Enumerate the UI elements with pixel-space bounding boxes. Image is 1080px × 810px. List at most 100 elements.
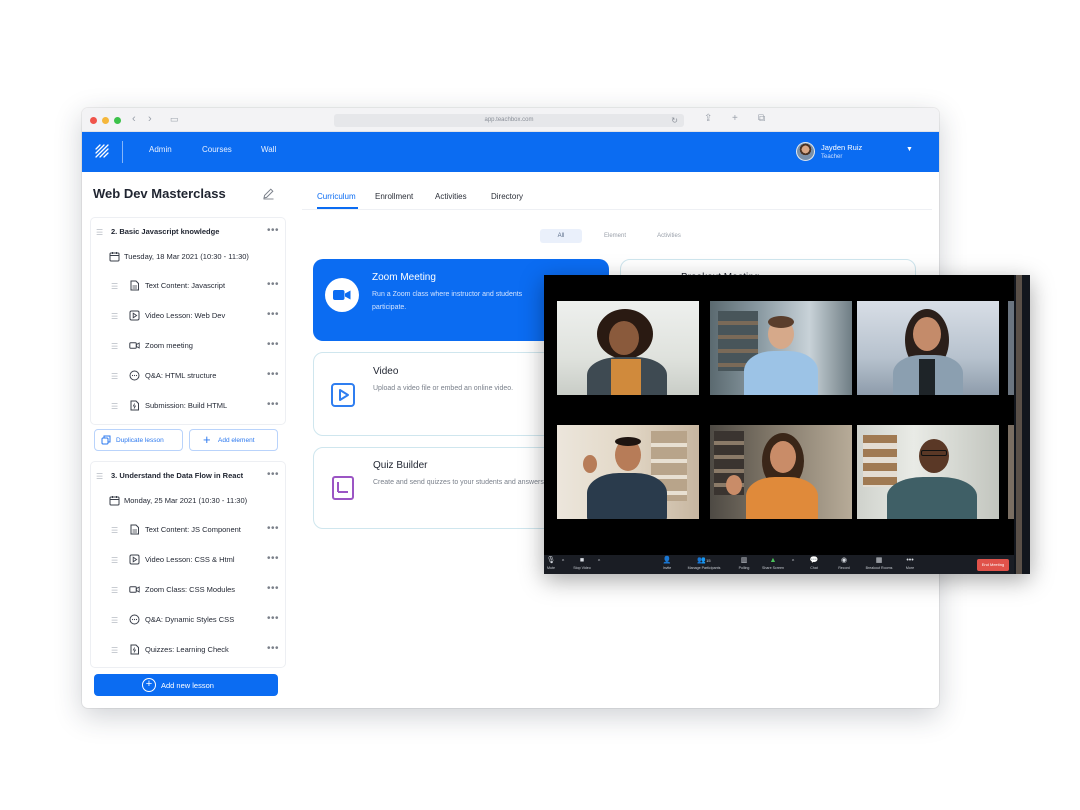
play-icon: [129, 310, 140, 321]
chat-label: Chat: [810, 566, 818, 570]
filter-activities[interactable]: Activities: [648, 229, 690, 243]
lesson-item[interactable]: ☰ Submission: Build HTML •••: [91, 394, 285, 418]
participant-video[interactable]: [557, 425, 699, 519]
maximize-window-dot[interactable]: [114, 117, 121, 124]
participant-video[interactable]: [710, 301, 852, 395]
more-options-icon[interactable]: •••: [267, 279, 279, 290]
chevron-up-icon[interactable]: ^: [596, 559, 602, 565]
activity-description: Upload a video file or embed an online v…: [373, 385, 514, 392]
address-bar[interactable]: app.teachbox.com ↻: [334, 114, 684, 127]
video-camera-icon: ■: [579, 557, 585, 564]
share-screen-button[interactable]: ▲ Share Screen: [758, 556, 788, 570]
breakout-rooms-button[interactable]: ▦ Breakout Rooms: [862, 556, 896, 570]
stop-video-label: Stop Video: [573, 566, 591, 570]
drag-handle-icon[interactable]: ☰: [111, 556, 118, 565]
new-tab-icon[interactable]: +: [732, 113, 738, 124]
activity-description: Create and send quizzes to your students…: [373, 479, 544, 486]
invite-button[interactable]: 👤 Invite: [657, 556, 677, 570]
drag-handle-icon[interactable]: ☰: [96, 472, 103, 481]
participant-video[interactable]: [857, 301, 999, 395]
sidebar-toggle-icon[interactable]: ▭: [170, 114, 179, 125]
drag-handle-icon[interactable]: ☰: [111, 616, 118, 625]
drag-handle-icon[interactable]: ☰: [111, 586, 118, 595]
lesson-item[interactable]: ☰ Text Content: Javascript •••: [91, 274, 285, 298]
lesson-item[interactable]: ☰ Q&A: Dynamic Styles CSS •••: [91, 608, 285, 632]
drag-handle-icon[interactable]: ☰: [111, 282, 118, 291]
add-new-lesson-button[interactable]: + Add new lesson: [94, 674, 278, 696]
tab-curriculum[interactable]: Curriculum: [317, 192, 356, 201]
drag-handle-icon[interactable]: ☰: [111, 646, 118, 655]
more-options-icon[interactable]: •••: [267, 339, 279, 350]
mute-button[interactable]: 🎙 Mute: [544, 556, 558, 570]
lesson-item[interactable]: ☰ Video Lesson: Web Dev •••: [91, 304, 285, 328]
more-options-icon[interactable]: •••: [267, 225, 279, 236]
logo-icon[interactable]: [95, 144, 109, 158]
lesson-item[interactable]: ☰ Quizzes: Learning Check •••: [91, 638, 285, 662]
more-options-icon[interactable]: •••: [267, 613, 279, 624]
drag-handle-icon[interactable]: ☰: [111, 372, 118, 381]
filter-all[interactable]: All: [540, 229, 582, 243]
nav-wall[interactable]: Wall: [261, 145, 276, 154]
zoom-meeting-window: 🎙 Mute ^ ■ Stop Video ^ 👤 Invite 👥15 Man…: [544, 275, 1030, 574]
close-window-dot[interactable]: [90, 117, 97, 124]
more-options-icon[interactable]: •••: [267, 469, 279, 480]
add-element-button[interactable]: + Add element: [189, 429, 278, 451]
play-icon: [331, 383, 355, 407]
chat-button[interactable]: 💬 Chat: [804, 556, 824, 570]
participant-video[interactable]: [710, 425, 852, 519]
lesson-item[interactable]: ☰ Video Lesson: CSS & Html •••: [91, 548, 285, 572]
avatar[interactable]: [796, 142, 815, 161]
lesson-header-row[interactable]: ☰ 2. Basic Javascript knowledge •••: [91, 220, 285, 244]
more-options-icon[interactable]: •••: [267, 523, 279, 534]
pencil-icon[interactable]: [262, 187, 275, 200]
filter-element[interactable]: Element: [594, 229, 636, 243]
lesson-item[interactable]: ☰ Zoom meeting •••: [91, 334, 285, 358]
duplicate-lesson-button[interactable]: Duplicate lesson: [94, 429, 183, 451]
zoom-window-edge: [1014, 275, 1030, 574]
more-button[interactable]: ••• More: [901, 556, 919, 570]
polling-button[interactable]: ▥ Polling: [734, 556, 754, 570]
participant-video[interactable]: [557, 301, 699, 395]
nav-admin[interactable]: Admin: [149, 145, 172, 154]
user-name[interactable]: Jayden Ruiz: [821, 143, 862, 152]
lesson-item-label: Video Lesson: Web Dev: [145, 311, 226, 320]
video-camera-icon: [129, 586, 140, 593]
more-options-icon[interactable]: •••: [267, 643, 279, 654]
more-options-icon[interactable]: •••: [267, 399, 279, 410]
more-options-icon[interactable]: •••: [267, 583, 279, 594]
drag-handle-icon[interactable]: ☰: [111, 312, 118, 321]
back-icon[interactable]: ‹: [132, 113, 136, 125]
chevron-down-icon[interactable]: ▼: [906, 146, 913, 153]
tab-activities[interactable]: Activities: [435, 192, 467, 201]
drag-handle-icon[interactable]: ☰: [111, 526, 118, 535]
reload-icon[interactable]: ↻: [671, 114, 678, 127]
lesson-item[interactable]: ☰ Zoom Class: CSS Modules •••: [91, 578, 285, 602]
nav-courses[interactable]: Courses: [202, 145, 232, 154]
chevron-up-icon[interactable]: ^: [560, 559, 566, 565]
drag-handle-icon[interactable]: ☰: [111, 342, 118, 351]
lesson-item[interactable]: ☰ Q&A: HTML structure •••: [91, 364, 285, 388]
lesson-item[interactable]: ☰ Text Content: JS Component •••: [91, 518, 285, 542]
lesson-header-row[interactable]: ☰ 3. Understand the Data Flow in React •…: [91, 464, 285, 488]
tabs-overview-icon[interactable]: ⧉: [758, 113, 765, 124]
tab-enrollment[interactable]: Enrollment: [375, 192, 413, 201]
record-button[interactable]: ◉ Record: [833, 556, 855, 570]
end-meeting-button[interactable]: End Meeting: [977, 559, 1009, 571]
tab-directory[interactable]: Directory: [491, 192, 523, 201]
more-options-icon[interactable]: •••: [267, 369, 279, 380]
more-options-icon[interactable]: •••: [267, 309, 279, 320]
minimize-window-dot[interactable]: [102, 117, 109, 124]
drag-handle-icon[interactable]: ☰: [111, 402, 118, 411]
participant-video[interactable]: [857, 425, 999, 519]
document-icon: [130, 524, 139, 535]
stop-video-button[interactable]: ■ Stop Video: [570, 556, 594, 570]
share-icon[interactable]: ⇪: [704, 113, 712, 124]
chevron-up-icon[interactable]: ^: [790, 559, 796, 565]
drag-handle-icon[interactable]: ☰: [96, 228, 103, 237]
lesson-title: 3. Understand the Data Flow in React: [111, 471, 244, 480]
record-label: Record: [838, 566, 850, 570]
forward-icon[interactable]: ›: [148, 113, 152, 125]
more-options-icon[interactable]: •••: [267, 553, 279, 564]
manage-participants-button[interactable]: 👥15 Manage Participants: [682, 556, 726, 570]
user-role: Teacher: [821, 154, 843, 160]
